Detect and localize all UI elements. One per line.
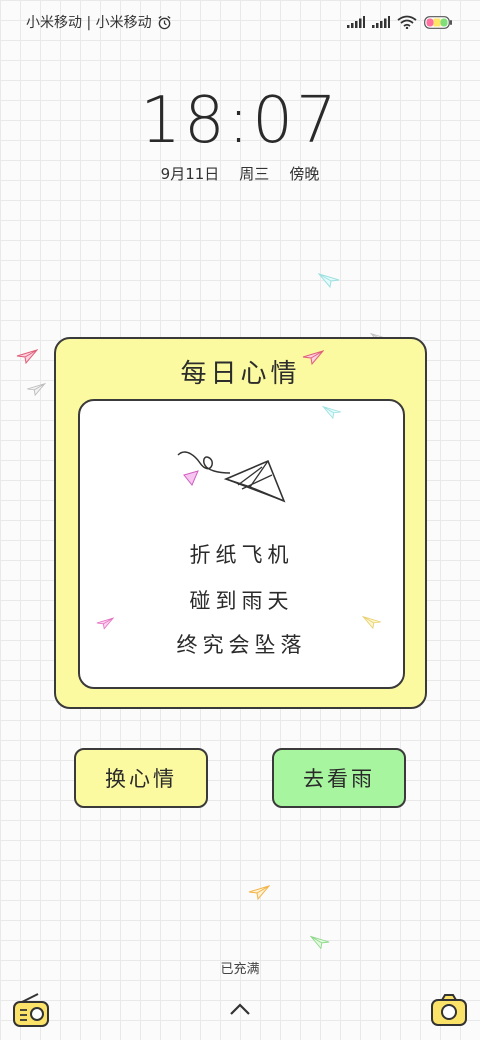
- paper-plane-icon: [16, 349, 38, 364]
- poem-line: 折纸飞机: [189, 543, 294, 567]
- carrier-label: 小米移动 | 小米移动: [26, 15, 152, 31]
- see-rain-button[interactable]: 去看雨: [272, 748, 406, 808]
- poem-line: 终究会坠落: [176, 633, 307, 657]
- lockscreen-clock: 18:07: [140, 84, 340, 158]
- status-bar: 小米移动 | 小米移动: [0, 0, 480, 44]
- wifi-icon: [397, 15, 417, 29]
- paper-plane-icon: [362, 615, 381, 629]
- signal-bars-icon: [347, 16, 365, 28]
- paper-plane-icon: [318, 273, 340, 288]
- battery-icon: [424, 15, 452, 29]
- daily-mood-card: 每日心情 折纸飞机 碰到雨天 终究会坠落: [54, 337, 427, 709]
- paper-plane-icon: [248, 885, 270, 900]
- paper-plane-icon: [302, 350, 324, 365]
- mood-poem-panel: 折纸飞机 碰到雨天 终究会坠落: [78, 399, 405, 689]
- day-period-label: 傍晚: [289, 165, 320, 183]
- date-row: 9月11日 周三 傍晚: [0, 163, 480, 184]
- poem-line: 碰到雨天: [189, 589, 294, 613]
- paper-plane-icon: [27, 382, 46, 396]
- signal-bars-icon: [372, 16, 390, 28]
- alarm-clock-icon: [158, 15, 171, 29]
- status-right: [347, 15, 452, 29]
- status-left: 小米移动 | 小米移动: [26, 12, 172, 32]
- chevron-up-icon[interactable]: [228, 1002, 252, 1016]
- paper-plane-icon: [322, 405, 341, 419]
- weekday-label: 周三: [239, 165, 270, 183]
- mood-card-title: 每日心情: [180, 359, 301, 389]
- radio-icon[interactable]: [12, 992, 50, 1028]
- paper-plane-icon: [310, 935, 330, 950]
- date-label: 9月11日: [160, 165, 220, 183]
- paper-plane-icon: [96, 617, 114, 630]
- change-mood-button[interactable]: 换心情: [74, 748, 208, 808]
- camera-icon[interactable]: [430, 992, 468, 1028]
- charge-status-label: 已充满: [220, 962, 260, 977]
- paper-plane-illustration-icon: [177, 451, 286, 503]
